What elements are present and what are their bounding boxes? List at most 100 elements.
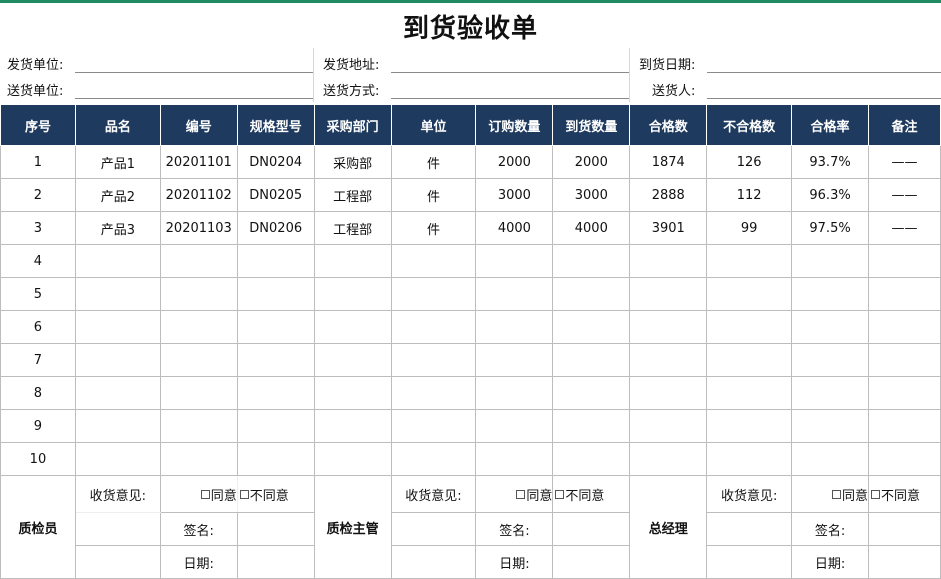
cell-purchase-dept[interactable] (313, 376, 392, 410)
cell-pass-rate[interactable] (791, 343, 870, 377)
cell-unqualified-qty[interactable] (706, 409, 793, 443)
cell-order-qty[interactable]: 3000 (475, 178, 554, 212)
cell-product-name[interactable]: 产品2 (74, 178, 161, 212)
cell-unqualified-qty[interactable] (706, 277, 793, 311)
cell-product-name[interactable] (74, 409, 161, 443)
cell-purchase-dept[interactable] (313, 343, 392, 377)
sign-field[interactable] (868, 512, 941, 546)
cell-spec[interactable] (236, 277, 315, 311)
cell-arrival-qty[interactable] (552, 376, 631, 410)
cell-unqualified-qty[interactable]: 99 (706, 211, 793, 245)
cell-remarks[interactable]: —— (868, 178, 941, 212)
cell-unit[interactable] (390, 277, 477, 311)
cell-remarks[interactable] (868, 409, 941, 443)
cell-order-qty[interactable] (475, 442, 554, 476)
cell-pass-rate[interactable]: 96.3% (791, 178, 870, 212)
cell-purchase-dept[interactable] (313, 442, 392, 476)
cell-purchase-dept[interactable]: 工程部 (313, 178, 392, 212)
cell-spec[interactable] (236, 244, 315, 278)
cell-purchase-dept[interactable] (313, 409, 392, 443)
cell-qualified-qty[interactable] (629, 244, 708, 278)
cell-spec[interactable] (236, 343, 315, 377)
cell-arrival-qty[interactable]: 3000 (552, 178, 631, 212)
cell-product-name[interactable] (74, 244, 161, 278)
cell-pass-rate[interactable] (791, 310, 870, 344)
cell-pass-rate[interactable]: 93.7% (791, 145, 870, 179)
cell-product-name[interactable]: 产品3 (74, 211, 161, 245)
cell-remarks[interactable]: —— (868, 211, 941, 245)
cell-unit[interactable] (390, 343, 477, 377)
sender-unit-field[interactable] (75, 72, 313, 73)
cell-order-qty[interactable] (475, 409, 554, 443)
cell-qualified-qty[interactable] (629, 376, 708, 410)
cell-pass-rate[interactable] (791, 244, 870, 278)
cell-purchase-dept[interactable] (313, 310, 392, 344)
cell-unit[interactable] (390, 376, 477, 410)
cell-qualified-qty[interactable]: 1874 (629, 145, 708, 179)
cell-remarks[interactable] (868, 244, 941, 278)
cell-qualified-qty[interactable] (629, 277, 708, 311)
cell-order-qty[interactable]: 4000 (475, 211, 554, 245)
cell-unit[interactable] (390, 244, 477, 278)
agree-checkbox[interactable]: 同意 (159, 475, 238, 513)
disagree-checkbox[interactable]: 不同意 (552, 475, 631, 513)
cell-unit[interactable]: 件 (390, 178, 477, 212)
cell-arrival-qty[interactable]: 2000 (552, 145, 631, 179)
sign-field[interactable] (552, 512, 631, 546)
cell-code[interactable] (159, 343, 238, 377)
cell-code[interactable] (159, 310, 238, 344)
cell-arrival-qty[interactable] (552, 409, 631, 443)
cell-code[interactable] (159, 409, 238, 443)
agree-checkbox[interactable]: 同意 (791, 475, 870, 513)
cell-spec[interactable] (236, 442, 315, 476)
cell-qualified-qty[interactable] (629, 409, 708, 443)
cell-pass-rate[interactable] (791, 442, 870, 476)
cell-arrival-qty[interactable] (552, 244, 631, 278)
cell-code[interactable] (159, 442, 238, 476)
cell-pass-rate[interactable] (791, 376, 870, 410)
sign-field[interactable] (236, 512, 315, 546)
cell-unqualified-qty[interactable]: 126 (706, 145, 793, 179)
cell-unit[interactable]: 件 (390, 211, 477, 245)
cell-unit[interactable] (390, 310, 477, 344)
cell-remarks[interactable] (868, 442, 941, 476)
cell-order-qty[interactable] (475, 376, 554, 410)
cell-pass-rate[interactable] (791, 409, 870, 443)
cell-arrival-qty[interactable] (552, 343, 631, 377)
cell-purchase-dept[interactable]: 工程部 (313, 211, 392, 245)
date-field[interactable] (868, 545, 941, 579)
cell-code[interactable]: 20201103 (159, 211, 238, 245)
cell-product-name[interactable]: 产品1 (74, 145, 161, 179)
delivery-method-field[interactable] (391, 98, 629, 99)
cell-product-name[interactable] (74, 343, 161, 377)
cell-pass-rate[interactable]: 97.5% (791, 211, 870, 245)
cell-pass-rate[interactable] (791, 277, 870, 311)
agree-checkbox[interactable]: 同意 (475, 475, 554, 513)
disagree-checkbox[interactable]: 不同意 (868, 475, 941, 513)
cell-unqualified-qty[interactable] (706, 244, 793, 278)
cell-order-qty[interactable] (475, 310, 554, 344)
cell-purchase-dept[interactable]: 采购部 (313, 145, 392, 179)
cell-product-name[interactable] (74, 310, 161, 344)
cell-remarks[interactable] (868, 343, 941, 377)
cell-arrival-qty[interactable] (552, 277, 631, 311)
date-field[interactable] (236, 545, 315, 579)
cell-remarks[interactable] (868, 310, 941, 344)
disagree-checkbox[interactable]: 不同意 (236, 475, 315, 513)
cell-spec[interactable] (236, 376, 315, 410)
cell-product-name[interactable] (74, 376, 161, 410)
cell-code[interactable] (159, 244, 238, 278)
cell-remarks[interactable]: —— (868, 145, 941, 179)
cell-unqualified-qty[interactable]: 112 (706, 178, 793, 212)
cell-qualified-qty[interactable] (629, 343, 708, 377)
cell-purchase-dept[interactable] (313, 244, 392, 278)
cell-spec[interactable]: DN0204 (236, 145, 315, 179)
cell-unqualified-qty[interactable] (706, 343, 793, 377)
cell-unqualified-qty[interactable] (706, 442, 793, 476)
cell-remarks[interactable] (868, 376, 941, 410)
cell-order-qty[interactable] (475, 277, 554, 311)
cell-order-qty[interactable] (475, 343, 554, 377)
cell-code[interactable] (159, 277, 238, 311)
cell-qualified-qty[interactable]: 2888 (629, 178, 708, 212)
cell-purchase-dept[interactable] (313, 277, 392, 311)
